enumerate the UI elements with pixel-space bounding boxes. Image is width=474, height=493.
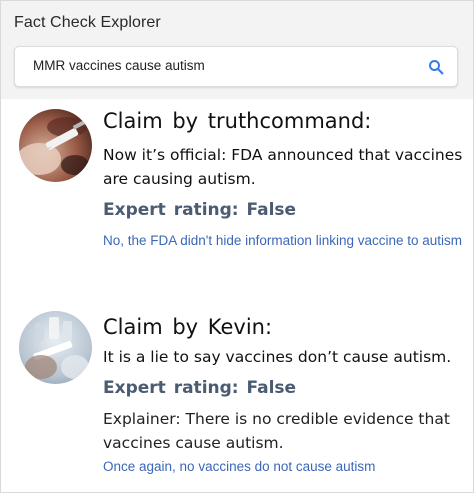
result-card: Claim by Kevin: It is a lie to say vacci… <box>1 299 473 492</box>
expert-rating: Expert rating: False <box>103 200 297 220</box>
result-card: Claim by truthcommand: Now it’s official… <box>1 99 473 299</box>
claim-title: Claim by truthcommand: <box>103 109 372 133</box>
fact-check-link[interactable]: Once again, no vaccines do not cause aut… <box>103 457 463 477</box>
fact-check-window: Fact Check Explorer MMR vaccines cause a… <box>0 0 474 493</box>
expert-rating: Expert rating: False <box>103 378 297 398</box>
search-query[interactable]: MMR vaccines cause autism <box>33 58 205 73</box>
claim-avatar <box>19 109 92 182</box>
search-input[interactable]: MMR vaccines cause autism <box>14 46 458 87</box>
claim-avatar <box>19 311 92 384</box>
header: Fact Check Explorer MMR vaccines cause a… <box>1 1 473 99</box>
search-icon[interactable] <box>427 58 445 76</box>
fact-check-link[interactable]: No, the FDA didn't hide information link… <box>103 231 463 251</box>
explainer-text: Explainer: There is no credible evidence… <box>103 410 450 452</box>
vaccine-syringe-photo <box>19 109 92 182</box>
app-title: Fact Check Explorer <box>14 14 161 31</box>
vaccine-vial-photo <box>19 311 92 384</box>
claim-title: Claim by Kevin: <box>103 315 273 339</box>
claim-text: It is a lie to say vaccines don’t cause … <box>103 348 452 366</box>
claim-text: Now it’s official: FDA announced that va… <box>103 146 463 188</box>
results-list: Claim by truthcommand: Now it’s official… <box>1 99 473 492</box>
